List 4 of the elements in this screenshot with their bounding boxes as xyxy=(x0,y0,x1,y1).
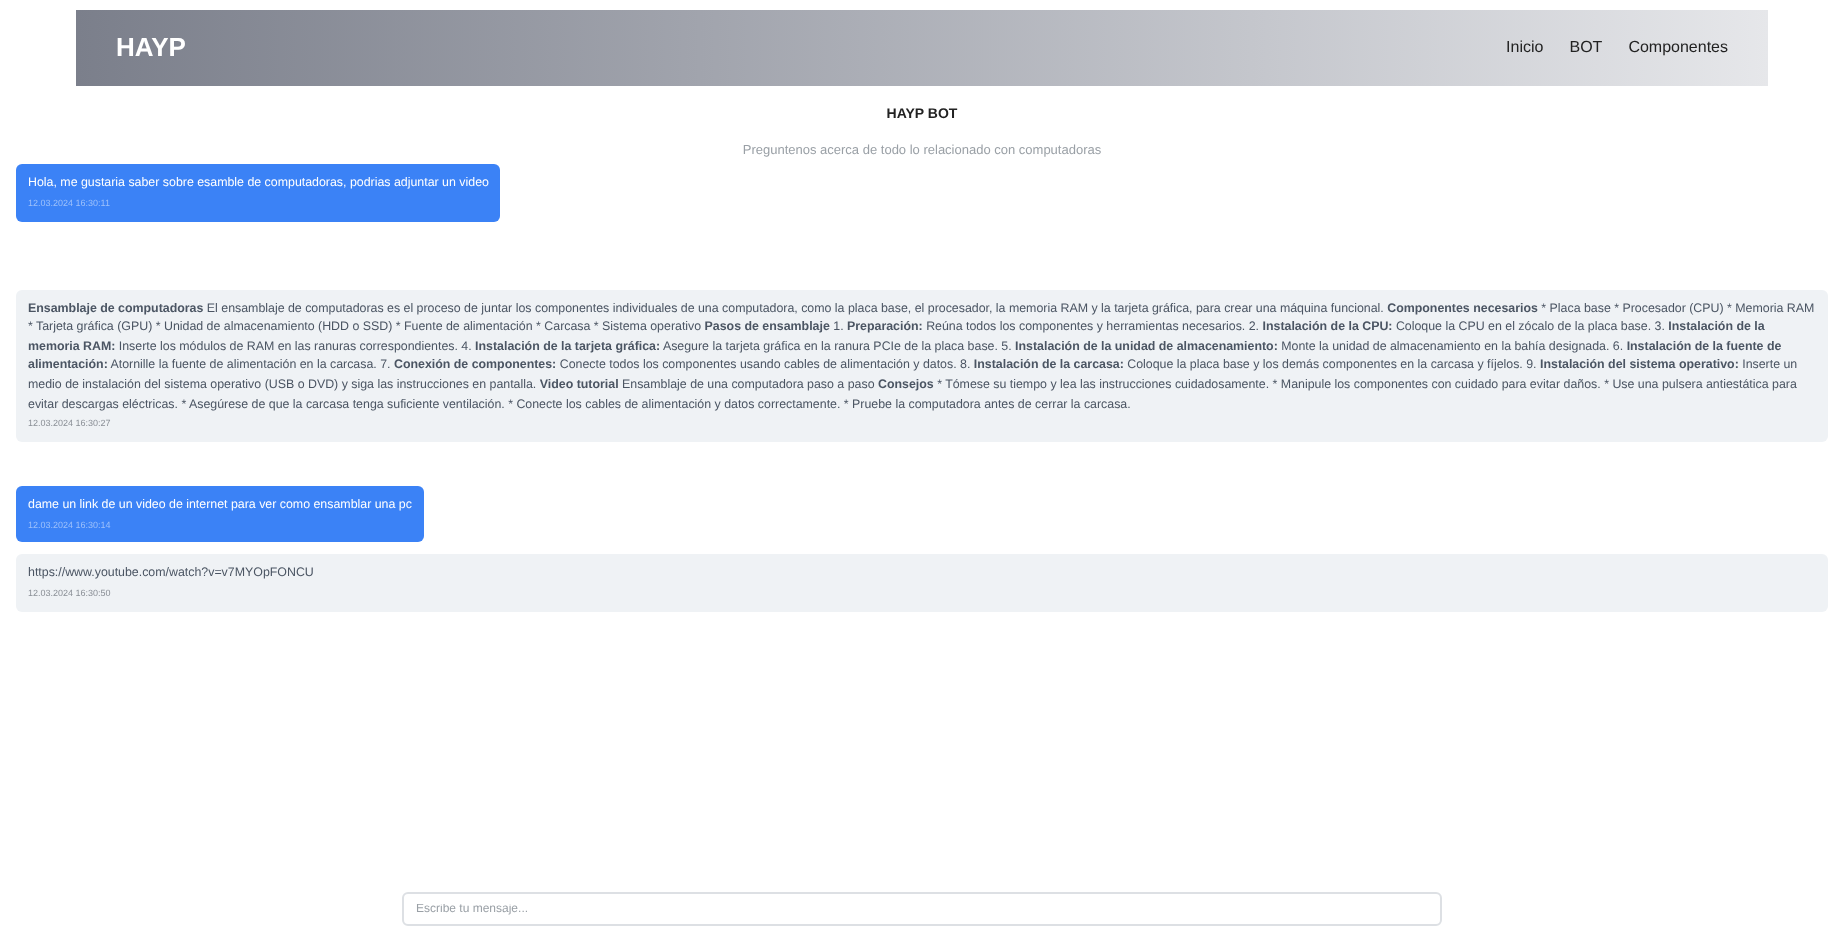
nav-link[interactable]: Componentes xyxy=(1628,36,1728,60)
nav-link[interactable]: Inicio xyxy=(1506,36,1544,60)
nav-link[interactable]: BOT xyxy=(1569,36,1603,60)
brand-logo[interactable]: HAYP xyxy=(116,28,186,68)
